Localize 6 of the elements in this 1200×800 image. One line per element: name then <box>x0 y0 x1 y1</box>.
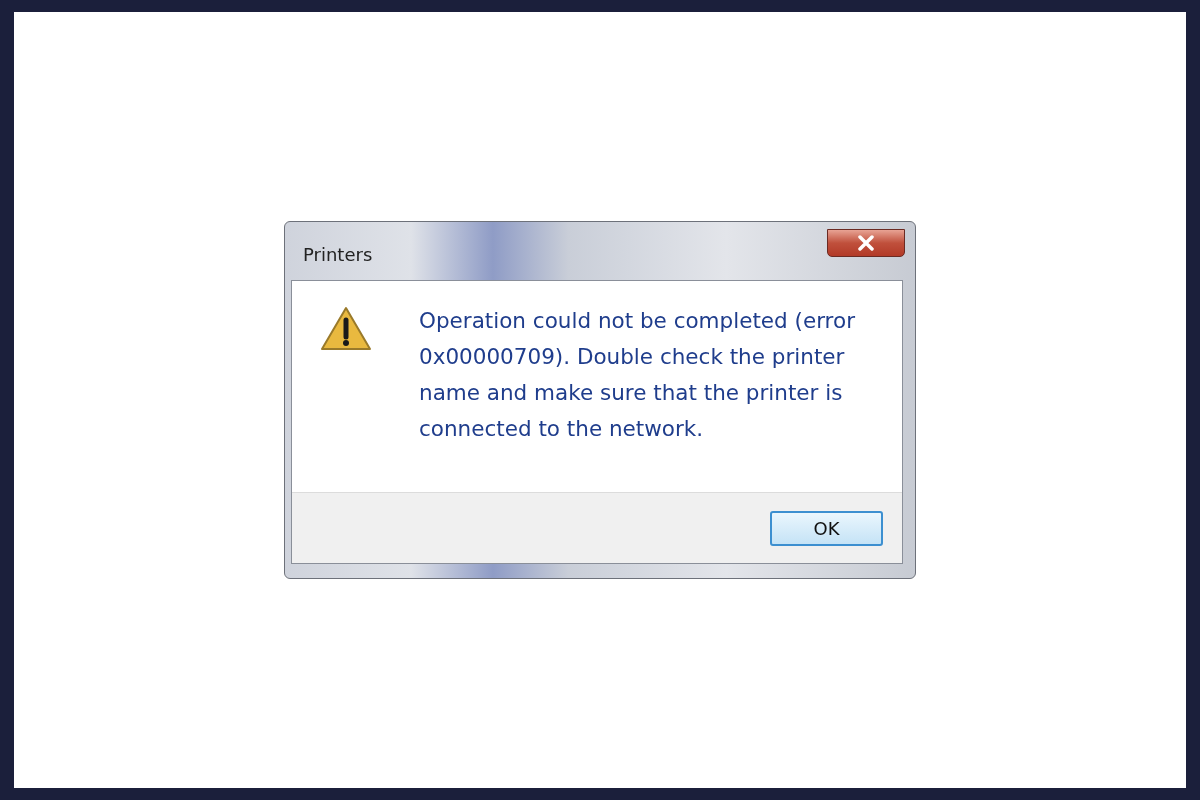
window-title: Printers <box>303 243 373 265</box>
ok-button[interactable]: OK <box>770 510 883 546</box>
warning-icon <box>319 305 373 353</box>
close-button[interactable] <box>827 229 905 257</box>
close-icon <box>857 235 875 251</box>
error-message: Operation could not be completed (error 0x00000709). Double check the printer name and make sure that the printer is connected to the network. <box>419 307 856 443</box>
